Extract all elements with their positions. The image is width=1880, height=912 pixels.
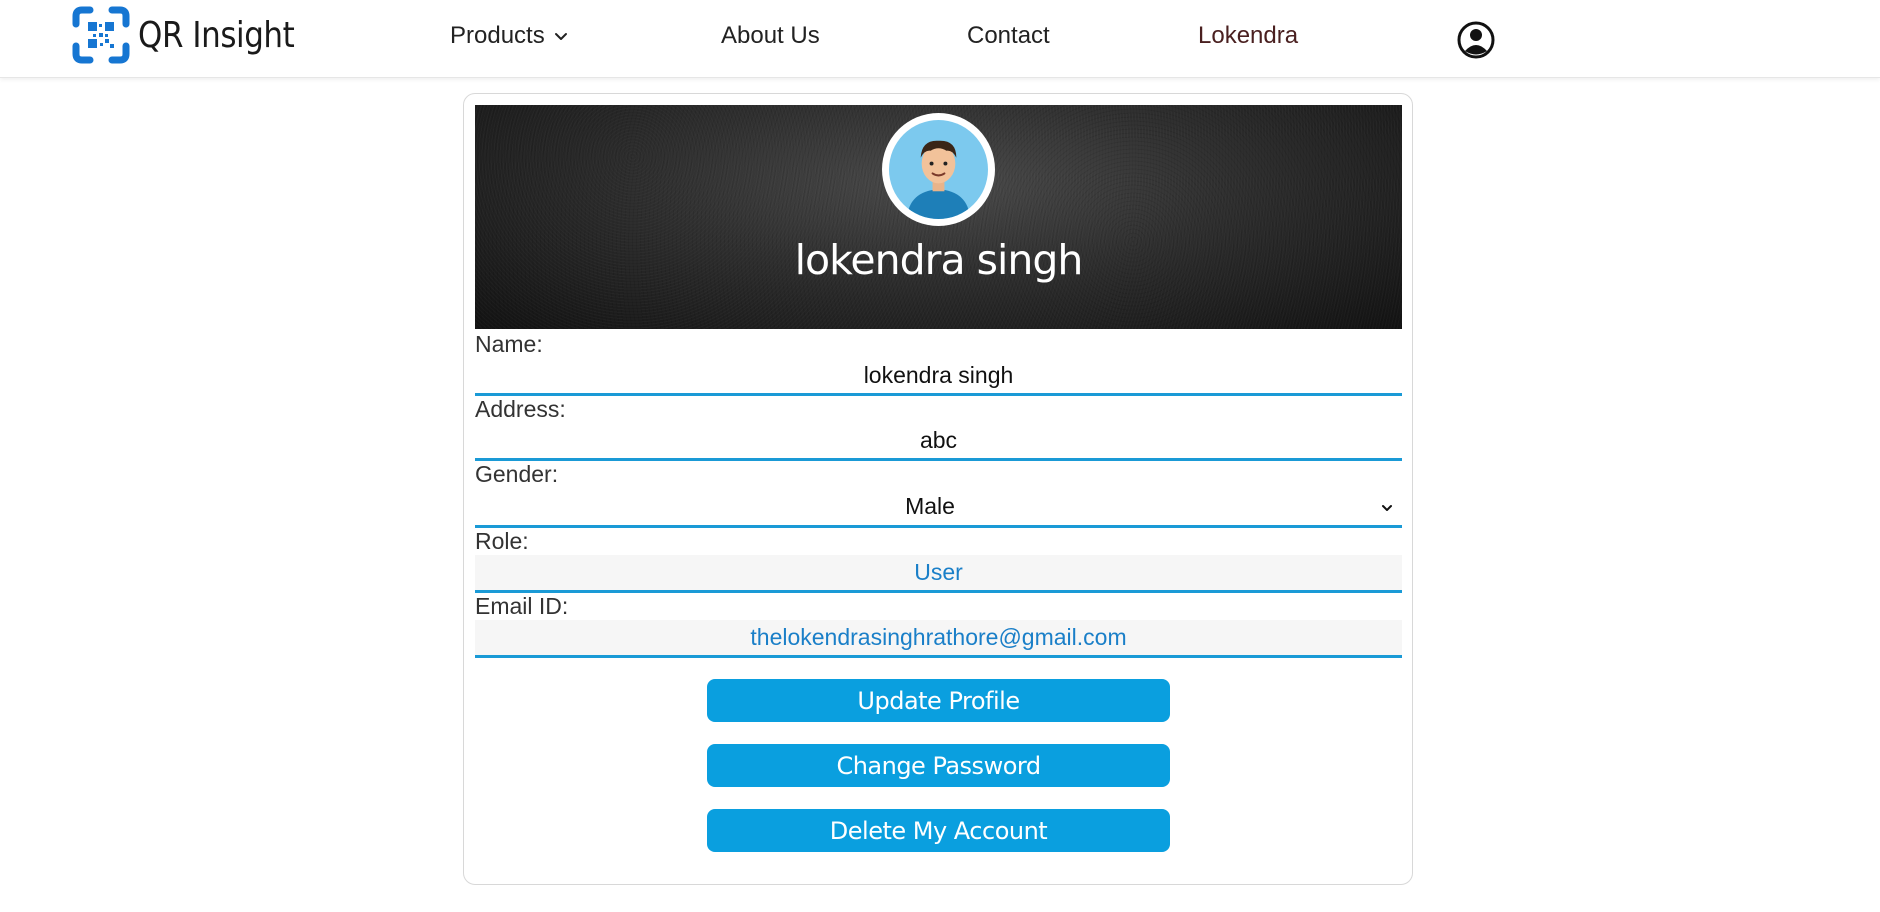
address-field[interactable]: [475, 423, 1402, 461]
brand-name: QR Insight: [138, 14, 295, 56]
brand-logo[interactable]: QR Insight: [72, 6, 320, 64]
email-label: Email ID:: [475, 593, 569, 619]
change-password-button[interactable]: Change Password: [707, 744, 1170, 787]
profile-display-name: lokendra singh: [794, 236, 1084, 284]
email-field: [475, 620, 1402, 658]
avatar-icon: [889, 120, 988, 219]
nav-about-link[interactable]: About Us: [721, 22, 820, 50]
avatar: [882, 113, 995, 226]
role-label: Role:: [475, 528, 529, 554]
nav-products-dropdown[interactable]: Products: [450, 22, 569, 50]
top-navbar: QR Insight Products About Us Contact Lok…: [0, 0, 1880, 78]
gender-select[interactable]: Male: [475, 487, 1402, 528]
update-profile-button[interactable]: Update Profile: [707, 679, 1170, 722]
gender-selected-value: Male: [905, 493, 955, 519]
nav-products-label: Products: [450, 22, 545, 49]
gender-label: Gender:: [475, 461, 559, 487]
name-label: Name:: [475, 331, 543, 357]
nav-user-name[interactable]: Lokendra: [1198, 22, 1298, 50]
chevron-down-icon: [554, 33, 567, 40]
name-field[interactable]: [475, 358, 1402, 396]
chevron-down-icon: [1382, 505, 1392, 511]
role-field: [475, 555, 1402, 593]
address-label: Address:: [475, 396, 566, 422]
qr-logo-icon: [72, 6, 130, 64]
delete-account-button[interactable]: Delete My Account: [707, 809, 1170, 852]
nav-contact-link[interactable]: Contact: [967, 22, 1050, 50]
user-circle-icon[interactable]: [1456, 20, 1496, 60]
